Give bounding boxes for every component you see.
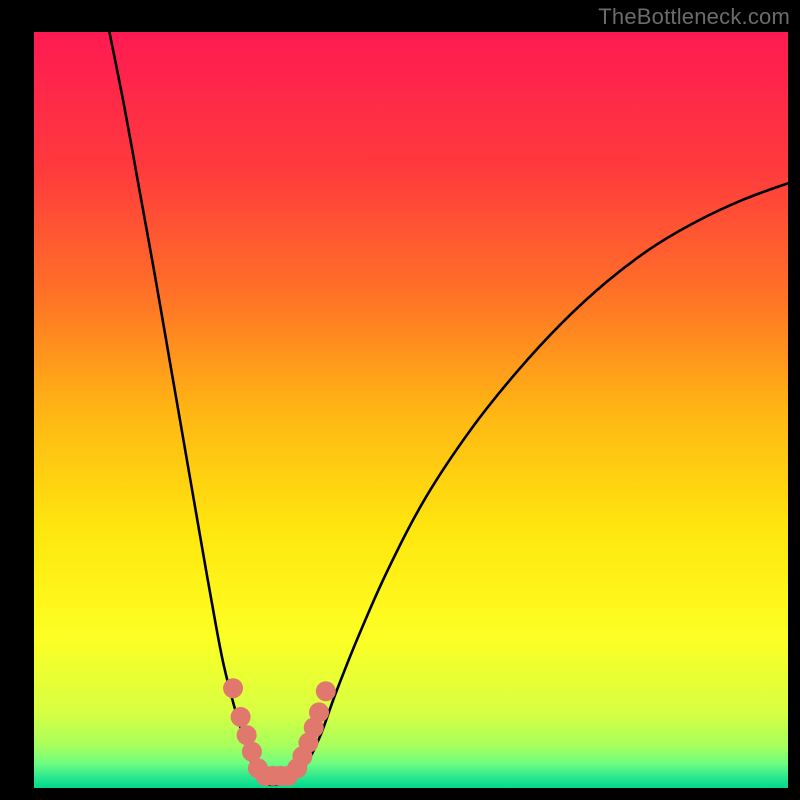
highlight-dot — [309, 702, 329, 722]
chart-stage: TheBottleneck.com — [0, 0, 800, 800]
bottleneck-chart — [0, 0, 800, 800]
highlight-dot — [231, 707, 251, 727]
watermark-text: TheBottleneck.com — [598, 4, 790, 30]
highlight-dot — [316, 681, 336, 701]
highlight-dot — [223, 678, 243, 698]
plot-background — [34, 32, 788, 788]
